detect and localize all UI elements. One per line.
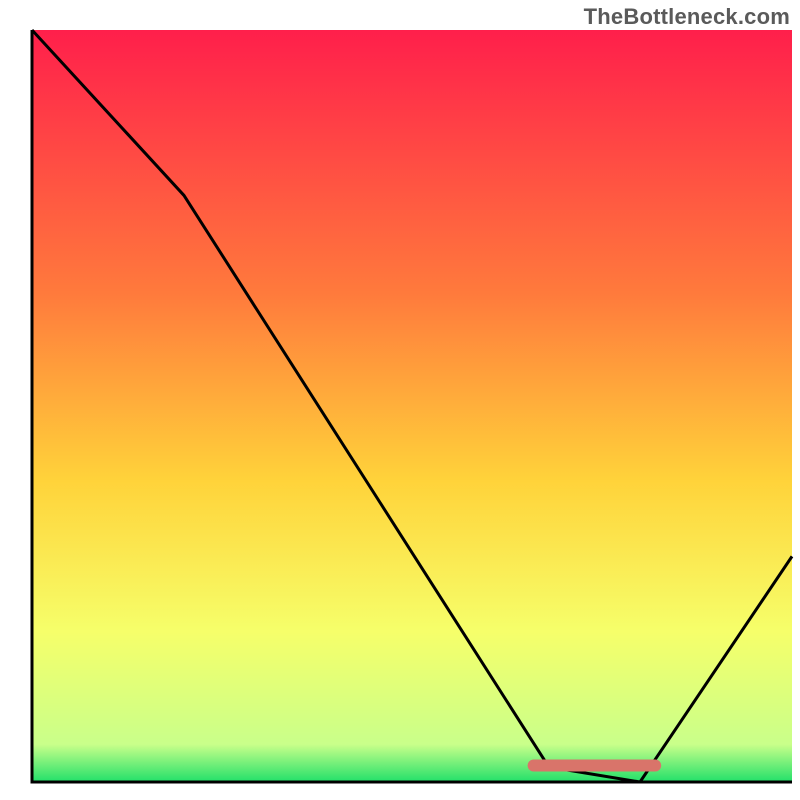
plot-background [32,30,792,782]
bottleneck-chart [0,0,800,800]
chart-container: TheBottleneck.com [0,0,800,800]
watermark-text: TheBottleneck.com [584,4,790,30]
